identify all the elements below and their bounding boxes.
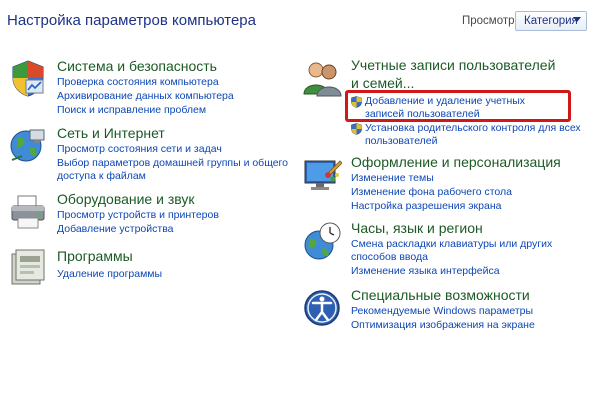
annotation-highlight-box [345, 90, 571, 122]
monitor-paint-icon[interactable] [302, 155, 342, 195]
link-network-status[interactable]: Просмотр состояния сети и задач [57, 143, 222, 156]
programs-icon[interactable] [8, 246, 48, 286]
category-user-accounts[interactable]: Учетные записи пользователей и семей... [351, 56, 566, 92]
uac-shield-icon [351, 123, 362, 135]
link-add-device[interactable]: Добавление устройства [57, 223, 174, 236]
network-globe-icon[interactable] [8, 126, 48, 166]
category-hardware-sound[interactable]: Оборудование и звук [57, 191, 195, 207]
link-devices-printers[interactable]: Просмотр устройств и принтеров [57, 209, 219, 222]
link-backup-data[interactable]: Архивирование данных компьютера [57, 90, 234, 103]
view-dropdown-value: Категория [524, 15, 578, 27]
link-check-computer-status[interactable]: Проверка состояния компьютера [57, 76, 219, 89]
link-optimize-display[interactable]: Оптимизация изображения на экране [351, 319, 535, 332]
link-change-wallpaper[interactable]: Изменение фона рабочего стола [351, 186, 512, 199]
printer-icon[interactable] [8, 192, 48, 232]
users-icon[interactable] [302, 58, 342, 98]
category-network-internet[interactable]: Сеть и Интернет [57, 125, 165, 141]
security-shield-icon[interactable] [8, 58, 48, 98]
link-change-keyboard[interactable]: Смена раскладки клавиатуры или других сп… [351, 238, 556, 264]
link-screen-resolution[interactable]: Настройка разрешения экрана [351, 200, 501, 213]
page-title: Настройка параметров компьютера [7, 12, 256, 29]
link-troubleshoot[interactable]: Поиск и исправление проблем [57, 104, 206, 117]
accessibility-icon[interactable] [302, 288, 342, 328]
link-recommended-settings[interactable]: Рекомендуемые Windows параметры [351, 305, 533, 318]
category-programs[interactable]: Программы [57, 248, 133, 264]
link-change-theme[interactable]: Изменение темы [351, 172, 434, 185]
view-dropdown[interactable]: Категория [515, 11, 587, 31]
link-change-display-language[interactable]: Изменение языка интерфейса [351, 265, 500, 278]
category-appearance[interactable]: Оформление и персонализация [351, 154, 561, 170]
view-label: Просмотр: [462, 15, 518, 27]
category-ease-of-access[interactable]: Специальные возможности [351, 287, 530, 303]
link-parental-controls[interactable]: Установка родительского контроля для все… [365, 122, 585, 148]
link-uninstall-program[interactable]: Удаление программы [57, 268, 162, 281]
category-system-security[interactable]: Система и безопасность [57, 58, 217, 74]
chevron-down-icon [573, 17, 581, 22]
category-clock-language-region[interactable]: Часы, язык и регион [351, 220, 483, 236]
link-homegroup-options[interactable]: Выбор параметров домашней группы и общег… [57, 157, 297, 183]
clock-globe-icon[interactable] [302, 221, 342, 261]
